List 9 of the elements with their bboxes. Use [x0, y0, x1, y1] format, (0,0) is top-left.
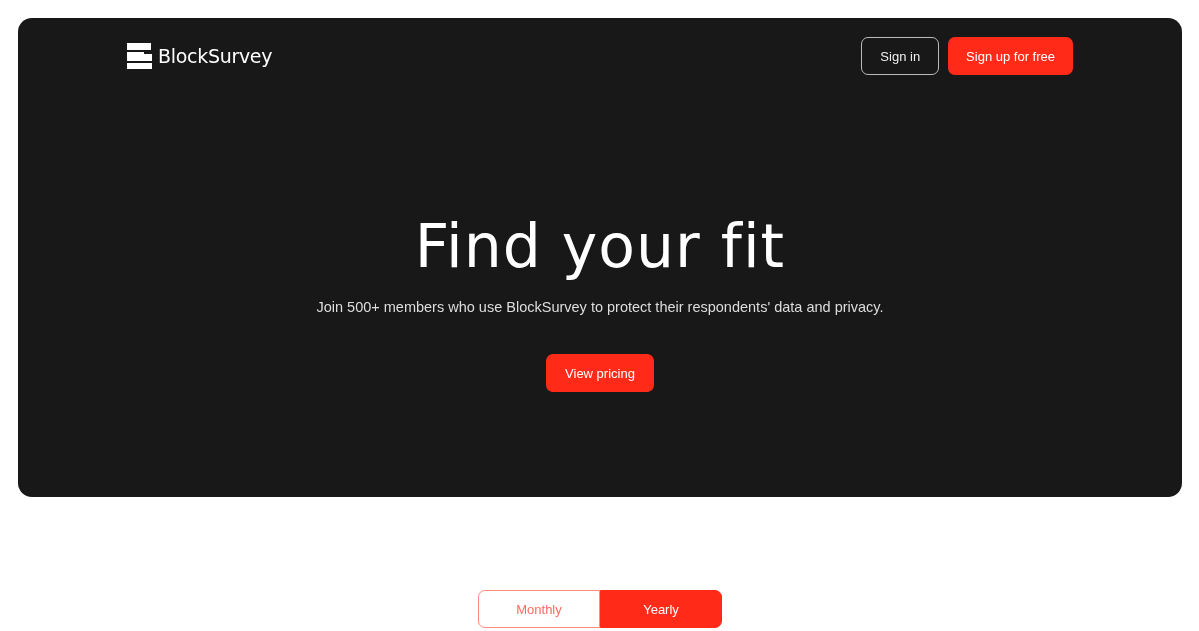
billing-option-tab[interactable]: Monthly	[478, 590, 600, 628]
hero-title: Find your fit	[414, 211, 786, 281]
logo-text: BlockSurvey	[158, 45, 273, 67]
sign-up-button[interactable]: Sign up for free	[948, 37, 1073, 75]
sign-in-button[interactable]: Sign in	[861, 37, 940, 75]
view-pricing-button[interactable]: View pricing	[546, 354, 654, 392]
billing-option-tab[interactable]: Yearly	[600, 590, 722, 628]
hero-subtitle: Join 500+ members who use BlockSurvey to protect their respondents' data and privacy.	[316, 299, 884, 315]
logo-icon	[127, 43, 153, 69]
